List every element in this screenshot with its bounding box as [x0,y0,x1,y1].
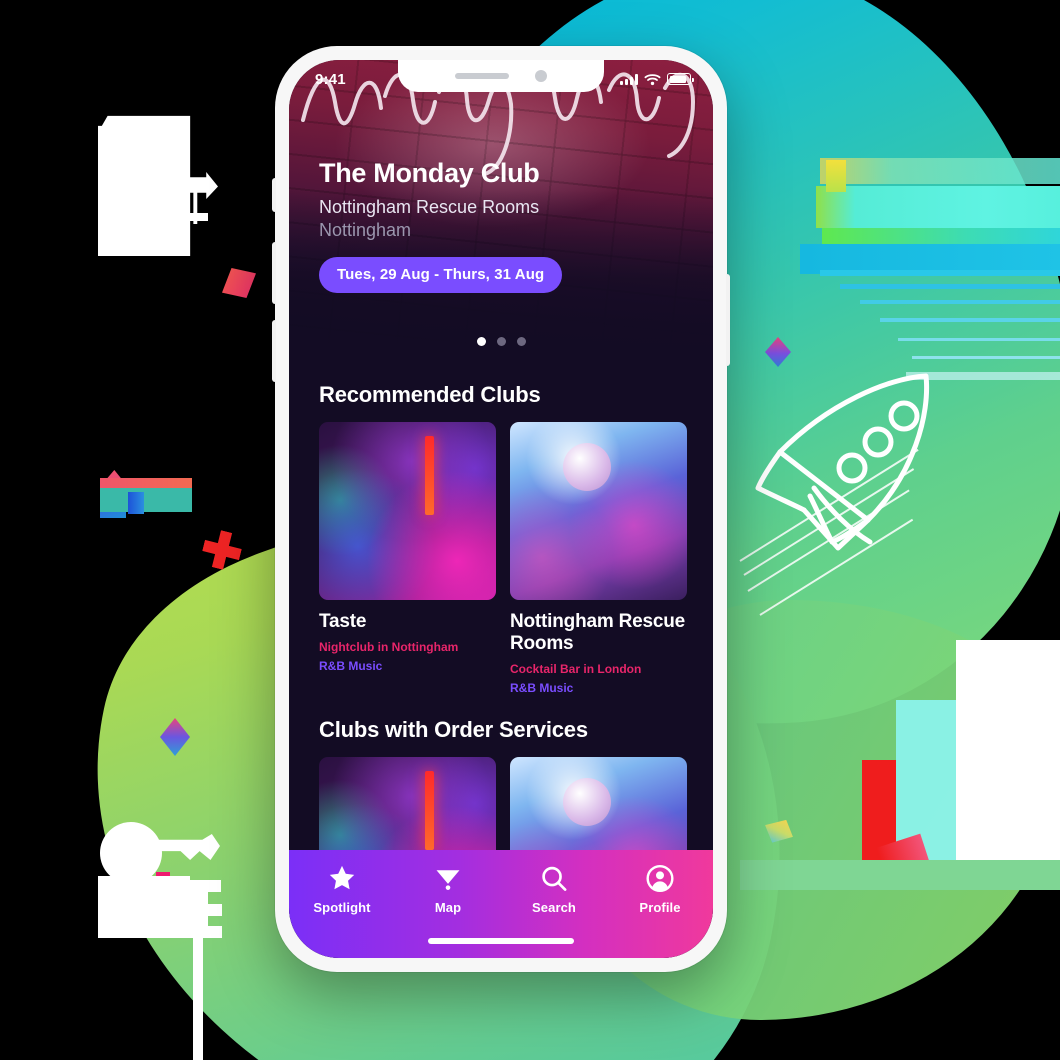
club-card-name: Nottingham Rescue Rooms [510,611,686,655]
card-grid-recommended: Taste Nightclub in Nottingham R&B Music … [289,422,713,695]
document-body-icon [98,880,208,938]
glitch-streak [860,300,1060,304]
section-title-recommended: Recommended Clubs [319,382,541,407]
club-card-type: Nightclub in Nottingham [319,640,459,655]
club-card-music: R&B Music [510,681,574,696]
signpost-tab-icon [200,904,222,916]
glitch-bar [100,488,192,512]
profile-icon [646,864,674,893]
red-parallelogram-shape [222,268,256,298]
glitch-streak [840,284,1060,289]
tab-label-map: Map [434,900,462,915]
glitch-streak [898,338,1060,341]
signpost-tab-icon [200,926,222,938]
tab-label-search: Search [532,900,576,915]
glitch-streak [816,186,1060,228]
glitch-streak [820,270,1060,276]
earpiece-speaker-icon [455,73,509,79]
power-button[interactable] [726,274,730,366]
bottom-tab-bar: Spotlight Map Search Profile [289,850,713,958]
signpost-tab-icon [193,880,221,892]
search-icon [542,866,567,891]
club-card[interactable]: Taste Nightclub in Nottingham R&B Music [319,422,496,695]
tab-search[interactable]: Search [501,864,607,915]
club-card-music: R&B Music [319,659,383,674]
neon-nightclub-interior-image [319,422,496,600]
glitch-streak [880,318,1060,322]
carousel-dot-active[interactable] [476,337,486,346]
star-icon [329,865,355,890]
wifi-icon [644,73,661,85]
volume-down-button[interactable] [272,320,276,382]
white-glitch-block [956,640,1060,880]
notch [398,60,604,92]
status-bar-time: 9:41 [315,70,346,88]
club-card-image[interactable] [510,422,687,600]
mute-switch-button[interactable] [272,178,276,212]
tab-spotlight[interactable]: Spotlight [289,864,395,915]
hero-city: Nottingham [319,220,412,240]
club-card-name: Taste [319,611,367,632]
green-glitch-strip [740,860,1060,890]
club-card-image[interactable] [319,422,496,600]
club-card[interactable]: Nottingham Rescue Rooms Cocktail Bar in … [510,422,687,695]
carousel-dot[interactable] [496,337,506,346]
phone-screen: 9:41 The Monday Club Nottingham Rescue R… [289,60,713,958]
document-icon [98,115,191,256]
front-camera-icon [535,70,547,82]
glitch-streak [912,356,1060,359]
volume-up-button[interactable] [272,242,276,304]
glitch-streak [822,228,1060,244]
signpost-slot-icon [190,213,208,221]
tab-map[interactable]: Map [395,864,501,915]
section-title-order-services: Clubs with Order Services [319,717,588,743]
carousel-dots[interactable] [289,337,713,346]
glitch-streak [820,158,1060,184]
cellular-bars-icon [620,73,638,85]
hero-title: The Monday Club [319,158,540,188]
home-indicator[interactable] [428,938,574,944]
hero-venue: Nottingham Rescue Rooms [319,197,540,217]
rocket-line-icon [755,373,930,551]
glitch-bar [100,478,192,488]
crowd-confetti-disco-image [510,422,687,600]
map-pin-icon [436,870,460,890]
tab-label-spotlight: Spotlight [313,900,371,915]
key-icon [100,822,162,884]
carousel-dot[interactable] [516,337,526,346]
tab-profile[interactable]: Profile [607,864,713,915]
club-card-type: Cocktail Bar in London [510,662,642,677]
date-range-pill[interactable]: Tues, 29 Aug - Thurs, 31 Aug [319,257,563,293]
battery-icon [667,73,694,85]
tab-label-profile: Profile [639,900,681,915]
hero-banner[interactable]: The Monday Club Nottingham Rescue Rooms … [289,60,713,360]
phone-mockup: 9:41 The Monday Club Nottingham Rescue R… [272,46,730,972]
glitch-bar [128,492,144,514]
glitch-streak [826,160,846,192]
